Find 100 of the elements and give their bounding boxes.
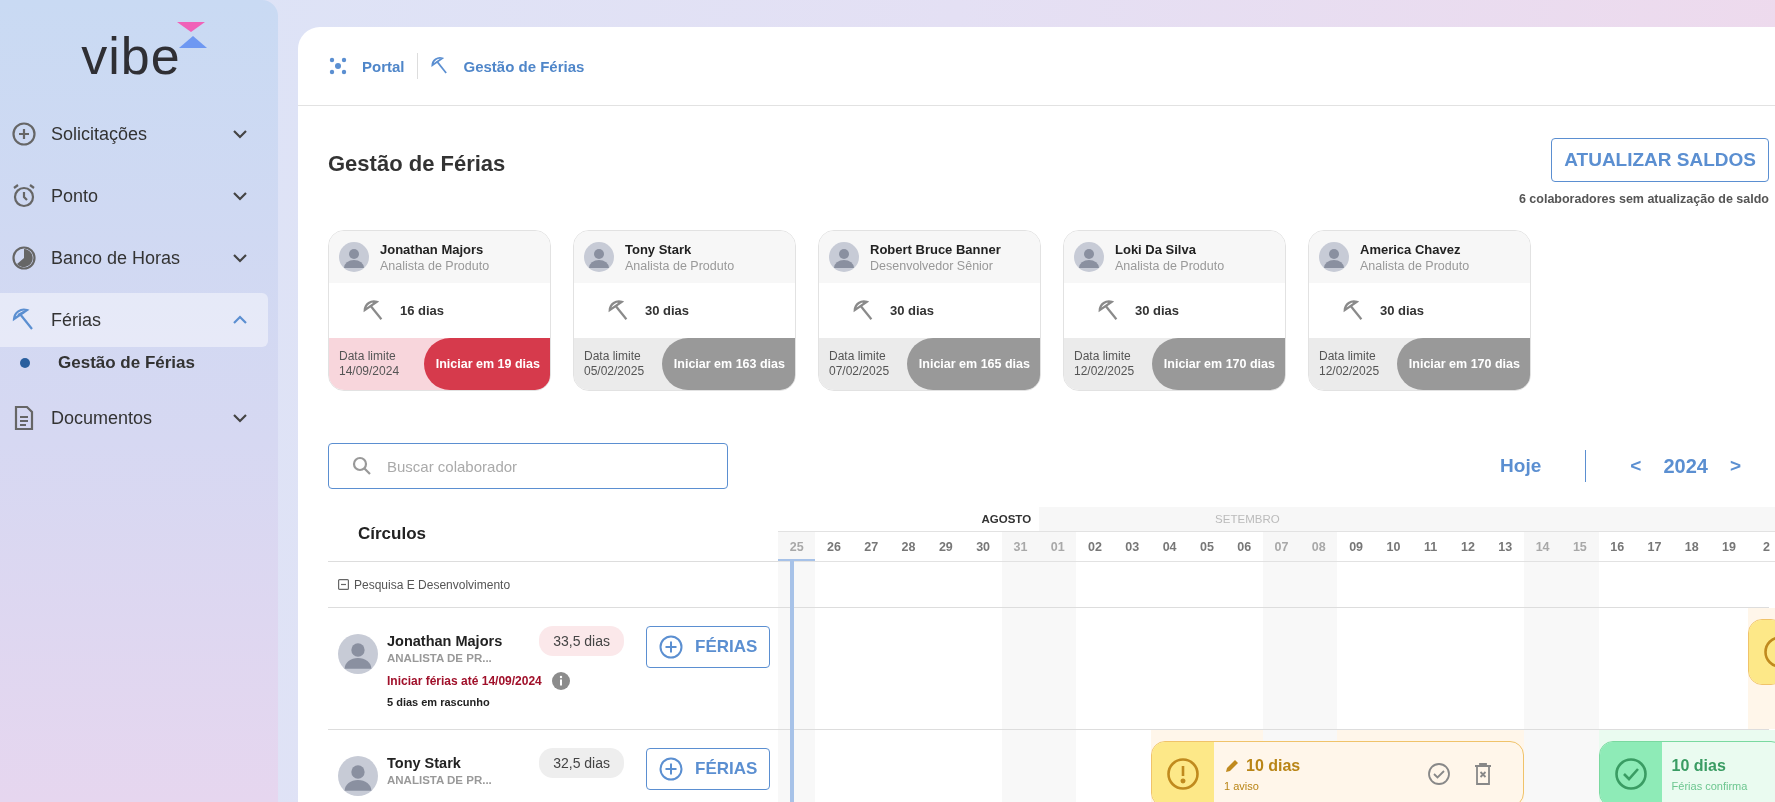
breadcrumb-link[interactable]: Portal [328,56,405,76]
breadcrumb-link[interactable]: Gestão de Férias [429,56,585,76]
chevron-icon [232,191,248,201]
balance-badge: 33,5 dias [539,626,624,656]
year-label: 2024 [1663,454,1708,478]
employee-role: Analista de Produto [380,258,490,273]
employee-name: Tony Stark [625,241,693,257]
add-vacation-button[interactable]: FÉRIAS [646,626,771,668]
day-header: 19 [1721,538,1737,556]
deadline-label: Data limite [829,349,887,364]
avatar [829,242,859,272]
day-header: 16 [1609,538,1626,556]
chevron-icon [232,315,248,325]
vacation-days: 16 dias [400,303,445,318]
day-header: 10 [1385,538,1402,556]
warning-icon [1166,757,1200,791]
employee-name: Loki Da Silva [1115,241,1197,257]
employee-name: Jonathan Majors [380,241,485,257]
employee-role: Analista de Produto [1360,258,1470,273]
vacation-bar[interactable] [1747,619,1775,685]
day-header: 05 [1198,538,1215,556]
deadline-date: 12/02/2025 [1074,364,1135,379]
start-in-badge: Iniciar em 165 dias [906,338,1040,390]
group-label: Pesquisa E Desenvolvimento [354,577,511,592]
approve-icon[interactable] [1427,762,1451,786]
employee-role: Desenvolvedor Sênior [870,258,994,273]
next-year-button[interactable]: > [1725,455,1745,477]
day-header: 03 [1124,538,1141,556]
day-header: 29 [937,538,954,556]
employee-name: America Chavez [1360,241,1462,257]
deadline-label: Data limite [1319,349,1377,364]
today-button[interactable]: Hoje [1496,455,1546,477]
day-header: 01 [1039,532,1077,561]
day-header: 14 [1523,532,1562,561]
day-header: 31 [1001,532,1040,561]
menu-item[interactable]: Solicitações [0,107,268,161]
vacation-bar[interactable]: 10 dias Férias confirma [1598,741,1775,802]
menu-item[interactable]: Férias [0,293,268,347]
pie-icon [11,245,37,271]
day-header: 26 [826,538,842,556]
chevron-icon [232,129,248,139]
update-balances-button[interactable]: ATUALIZAR SALDOS [1551,138,1769,182]
day-header: 09 [1348,538,1365,556]
weekend-shade [1001,562,1040,607]
plus-circle-icon [11,121,37,147]
network-icon [328,56,348,76]
weekend-shade [1523,562,1562,607]
plus-circle-icon [659,757,683,781]
employee-role: Analista de Produto [625,258,735,273]
day-header: 08 [1300,532,1338,561]
info-icon[interactable] [551,672,570,690]
collapse-icon[interactable] [338,579,349,590]
day-header: 18 [1683,538,1700,556]
chevron-icon [232,253,248,263]
day-header: 02 [1087,538,1103,556]
start-in-badge: Iniciar em 19 dias [423,338,550,390]
avatar [339,242,369,272]
employee-name: Tony Stark [387,755,461,771]
month-header: SETEMBRO [1039,507,1775,532]
deadline-warning: Iniciar férias até 14/09/2024 [387,674,542,688]
delete-icon[interactable] [1473,762,1493,786]
logo-text: vibe [81,30,181,82]
balance-badge: 32,5 dias [539,748,624,778]
bar-days: 10 dias [1671,756,1726,775]
umbrella-icon [429,56,450,76]
previous-year-button[interactable]: < [1626,455,1646,477]
vacation-days: 30 dias [645,303,690,318]
alarm-clock-icon [11,183,37,209]
employee-role: ANALISTA DE PR... [387,652,493,664]
day-header: 12 [1460,538,1476,556]
draft-note: 5 dias em rascunho [387,696,491,708]
day-header: 04 [1161,538,1178,556]
deadline-date: 07/02/2025 [829,364,890,379]
employee-name: Jonathan Majors [387,633,503,649]
vacation-days: 30 dias [890,303,935,318]
submenu-item[interactable]: Gestão de Férias [0,345,278,381]
search-field[interactable]: Buscar colaborador [328,443,728,489]
start-in-badge: Iniciar em 163 dias [661,338,795,390]
page-title: Gestão de Férias [328,151,506,177]
employee-role: ANALISTA DE PR... [387,774,493,786]
day-header: 17 [1646,538,1663,556]
menu-item[interactable]: Banco de Horas [0,231,268,285]
avatar [338,756,378,796]
day-header: 30 [975,538,992,556]
vacation-days: 30 dias [1135,303,1180,318]
day-header: 07 [1262,532,1301,561]
avatar [1319,242,1349,272]
plus-circle-icon [659,635,683,659]
deadline-label: Data limite [1074,349,1132,364]
pencil-icon [1224,757,1240,774]
add-vacation-button[interactable]: FÉRIAS [646,748,771,790]
bar-note: Férias confirma [1671,779,1748,792]
vacation-bar[interactable]: 10 dias 1 aviso [1151,741,1524,802]
day-header: 28 [900,538,917,556]
menu-item[interactable]: Documentos [0,391,268,445]
menu-item[interactable]: Ponto [0,169,268,223]
weekend-shade [1300,562,1338,607]
column-header: Círculos [358,524,427,544]
day-header: 27 [863,538,880,556]
deadline-label: Data limite [584,349,642,364]
